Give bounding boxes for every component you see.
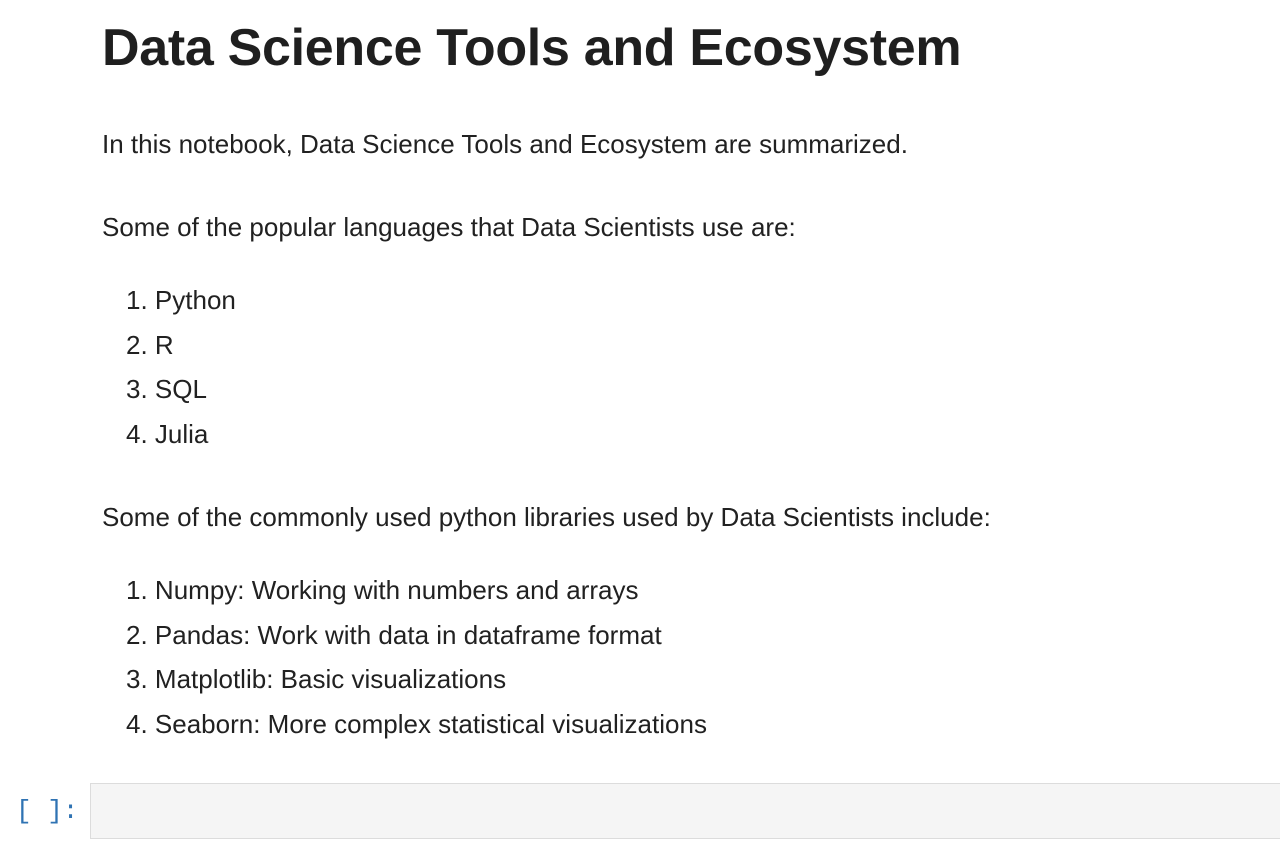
list-item-text: Python [154, 285, 236, 315]
cell-prompt: [ ]: [16, 796, 79, 826]
list-item-number: 3. [126, 664, 148, 695]
list-item: 3. SQL [126, 367, 236, 412]
list-item: 4. Seaborn: More complex statistical vis… [126, 702, 707, 747]
list-item-text: Pandas: Work with data in dataframe form… [154, 619, 662, 650]
code-editor-input[interactable] [90, 783, 1280, 839]
list-item-text: SQL [154, 374, 207, 405]
list-item-number: 4. [126, 709, 148, 740]
list-item: 2. Pandas: Work with data in dataframe f… [126, 613, 707, 658]
list-item-text: Numpy: Working with numbers and arrays [154, 575, 639, 605]
code-cell[interactable]: [ ]: [0, 783, 1280, 841]
list-item-number: 1. [126, 285, 148, 315]
list-item-text: Julia [154, 419, 209, 450]
notebook-title: Data Science Tools and Ecosystem [102, 19, 962, 77]
list-item-number: 2. [126, 619, 148, 650]
libraries-heading: Some of the commonly used python librari… [102, 502, 991, 532]
list-item: 2. R [126, 323, 236, 368]
languages-heading: Some of the popular languages that Data … [102, 212, 796, 242]
libraries-list: 1. Numpy: Working with numbers and array… [126, 568, 707, 747]
list-item-number: 2. [126, 329, 148, 360]
intro-text: In this notebook, Data Science Tools and… [102, 129, 908, 159]
list-item: 3. Matplotlib: Basic visualizations [126, 657, 707, 702]
list-item-text: R [154, 329, 174, 360]
list-item-text: Matplotlib: Basic visualizations [154, 664, 507, 695]
list-item-number: 3. [126, 374, 148, 405]
list-item-text: Seaborn: More complex statistical visual… [154, 709, 707, 740]
list-item-number: 1. [126, 575, 148, 605]
list-item: 1. Python [126, 278, 236, 323]
list-item: 1. Numpy: Working with numbers and array… [126, 568, 707, 613]
list-item-number: 4. [126, 419, 148, 450]
languages-list: 1. Python 2. R 3. SQL 4. Julia [126, 278, 236, 457]
list-item: 4. Julia [126, 412, 236, 457]
